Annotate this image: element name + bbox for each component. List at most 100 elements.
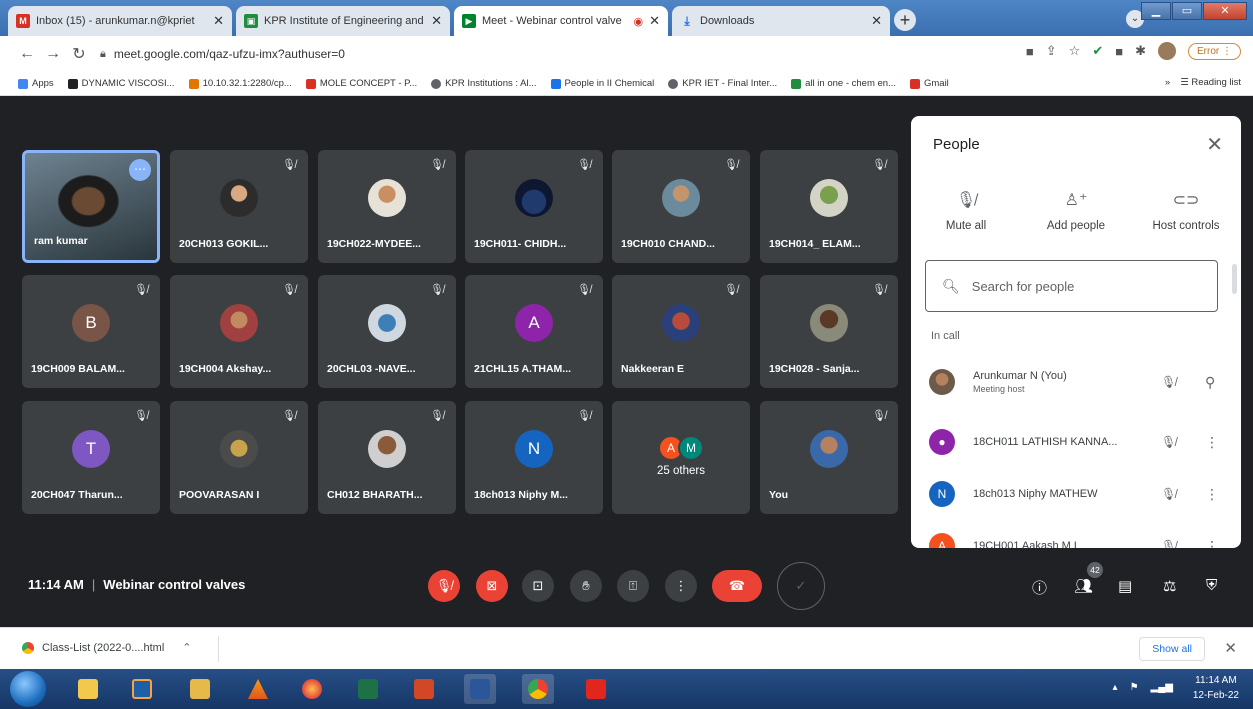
participant-tile[interactable]: 🎙︎̸ 20CHL03 -NAVE...: [318, 275, 456, 388]
participant-row[interactable]: N 18ch013 Niphy MATHEW 🎙︎̸ ⋮: [929, 474, 1229, 514]
taskbar-excel[interactable]: [352, 674, 384, 704]
participant-tile[interactable]: 🎙︎̸ N 18ch013 Niphy M...: [465, 401, 603, 514]
extensions-puzzle-icon[interactable]: ✱: [1135, 43, 1146, 59]
activity-ring-button[interactable]: ✓: [777, 562, 825, 610]
network-flag-icon[interactable]: ⚑: [1130, 682, 1139, 693]
minimize-button[interactable]: ▁: [1141, 2, 1171, 20]
bookmark-item[interactable]: KPR Institutions : Al...: [431, 78, 537, 89]
bookmark-star-icon[interactable]: ☆: [1069, 43, 1081, 59]
taskbar-acrobat[interactable]: [580, 674, 612, 704]
mic-off-icon[interactable]: 🎙︎̸: [1161, 435, 1176, 449]
bookmark-item[interactable]: People in II Chemical: [550, 78, 654, 89]
new-tab-button[interactable]: +: [894, 9, 916, 31]
extension-check-icon[interactable]: ✔: [1092, 43, 1103, 59]
captions-button[interactable]: ⊡: [522, 570, 554, 602]
participant-tile[interactable]: 🎙︎̸ B 19CH009 BALAM...: [22, 275, 160, 388]
camera-indicator-icon[interactable]: ■: [1026, 44, 1034, 59]
signal-icon[interactable]: ▂▄▆: [1151, 682, 1173, 693]
panel-scrollbar[interactable]: [1232, 264, 1237, 294]
taskbar-explorer[interactable]: [72, 674, 104, 704]
bookmark-item[interactable]: MOLE CONCEPT - P...: [305, 78, 417, 89]
taskbar-word[interactable]: [464, 674, 496, 704]
share-icon[interactable]: ⇪: [1046, 43, 1057, 59]
self-video-tile[interactable]: ⋯ ram kumar: [22, 150, 160, 263]
taskbar-folder[interactable]: [184, 674, 216, 704]
participant-tile[interactable]: 🎙︎̸ 19CH028 - Sanja...: [760, 275, 898, 388]
tab-downloads[interactable]: ⤓ Downloads ✕: [672, 6, 890, 36]
more-vert-icon[interactable]: ⋮: [1205, 486, 1219, 503]
address-bar[interactable]: 🔒︎ meet.google.com/qaz-ufzu-imx?authuser…: [100, 42, 960, 66]
participant-row[interactable]: ● 18CH011 LATHISH KANNA... 🎙︎̸ ⋮: [929, 422, 1229, 462]
reading-list-button[interactable]: ☰ Reading list: [1180, 77, 1241, 88]
more-vert-icon[interactable]: ⋮: [1205, 434, 1219, 451]
more-options-button[interactable]: ⋮: [665, 570, 697, 602]
lock-icon[interactable]: 🔒︎: [100, 48, 106, 61]
camera-toggle-button[interactable]: ⊠: [476, 570, 508, 602]
participant-tile[interactable]: 🎙︎̸ 19CH004 Akshay...: [170, 275, 308, 388]
profile-avatar[interactable]: [1157, 42, 1176, 60]
bookmark-item[interactable]: all in one - chem en...: [791, 78, 896, 89]
mic-off-icon[interactable]: 🎙︎̸: [1161, 375, 1176, 389]
more-options-icon[interactable]: ⋯: [129, 159, 151, 181]
host-controls-button[interactable]: ⊂⊃ Host controls: [1131, 190, 1241, 232]
participant-tile[interactable]: 🎙︎̸ POOVARASAN I: [170, 401, 308, 514]
participant-tile[interactable]: 🎙︎̸ 20CH013 GOKIL...: [170, 150, 308, 263]
taskbar-vlc[interactable]: [242, 674, 274, 704]
show-all-button[interactable]: Show all: [1139, 637, 1205, 661]
close-icon[interactable]: ✕: [649, 13, 660, 29]
taskbar-powerpoint[interactable]: [408, 674, 440, 704]
taskbar-chrome[interactable]: [522, 674, 554, 704]
participant-tile[interactable]: 🎙︎̸ T 20CH047 Tharun...: [22, 401, 160, 514]
extension-icon[interactable]: ■: [1115, 44, 1123, 59]
more-vert-icon[interactable]: ⋮: [1205, 538, 1219, 549]
participant-row[interactable]: A 19CH001 Aakash M L 🎙︎̸ ⋮: [929, 526, 1229, 548]
bookmark-item[interactable]: DYNAMIC VISCOSI...: [67, 78, 175, 89]
meeting-details-icon[interactable]: ⓘ: [1032, 577, 1047, 598]
present-button[interactable]: ⍐: [617, 570, 649, 602]
close-icon[interactable]: ✕: [431, 13, 442, 29]
activities-icon[interactable]: ⚖︎: [1163, 577, 1176, 595]
tab-kpr[interactable]: ▣ KPR Institute of Engineering and ✕: [236, 6, 450, 36]
close-icon[interactable]: ✕: [213, 13, 224, 29]
participant-tile[interactable]: 🎙︎̸ CH012 BHARATH...: [318, 401, 456, 514]
participant-tile[interactable]: 🎙︎̸ A 21CHL15 A.THAM...: [465, 275, 603, 388]
tab-gmail[interactable]: M Inbox (15) - arunkumar.n@kpriet ✕: [8, 6, 232, 36]
participant-tile[interactable]: 🎙︎̸ You: [760, 401, 898, 514]
bookmarks-overflow-button[interactable]: »: [1165, 77, 1170, 88]
chevron-up-icon[interactable]: ⌃: [182, 641, 191, 654]
bookmark-apps[interactable]: Apps: [18, 78, 54, 89]
error-button[interactable]: Error ⋮: [1187, 42, 1241, 60]
download-item[interactable]: Class-List (2022-0....html ⌃: [22, 641, 191, 654]
mic-toggle-button[interactable]: 🎙︎̸: [428, 570, 460, 602]
raise-hand-button[interactable]: ✋︎: [570, 570, 602, 602]
taskbar-firefox[interactable]: [296, 674, 328, 704]
leave-call-button[interactable]: ☎︎: [712, 570, 762, 602]
participant-tile[interactable]: 🎙︎̸ 19CH022-MYDEE...: [318, 150, 456, 263]
participant-tile[interactable]: 🎙︎̸ Nakkeeran E: [612, 275, 750, 388]
window-close-button[interactable]: ✕: [1203, 2, 1247, 20]
host-controls-icon[interactable]: ⛨: [1206, 577, 1217, 594]
close-icon[interactable]: ✕: [871, 13, 882, 29]
pin-icon[interactable]: ⚲: [1205, 374, 1215, 391]
search-people-input[interactable]: 🔍︎ Search for people: [925, 260, 1218, 312]
others-tile[interactable]: A M 25 others: [612, 401, 750, 514]
forward-icon[interactable]: →: [40, 45, 66, 63]
people-icon[interactable]: 👥︎: [1074, 577, 1093, 595]
participant-tile[interactable]: 🎙︎̸ 19CH014_ ELAM...: [760, 150, 898, 263]
taskbar-media[interactable]: [126, 674, 158, 704]
close-panel-icon[interactable]: ✕: [1206, 132, 1223, 157]
mic-off-icon[interactable]: 🎙︎̸: [1161, 539, 1176, 548]
close-downloads-icon[interactable]: ✕: [1224, 639, 1237, 657]
add-people-button[interactable]: ♙⁺ Add people: [1021, 190, 1131, 232]
bookmark-item[interactable]: KPR IET - Final Inter...: [668, 78, 777, 89]
participant-tile[interactable]: 🎙︎̸ 19CH010 CHAND...: [612, 150, 750, 263]
bookmark-gmail[interactable]: Gmail: [909, 78, 949, 89]
participant-row[interactable]: Arunkumar N (You) Meeting host 🎙︎̸ ⚲: [929, 362, 1229, 402]
bookmark-item[interactable]: 10.10.32.1:2280/cp...: [188, 78, 292, 89]
system-clock[interactable]: 11:14 AM 12-Feb-22: [1193, 673, 1239, 703]
tab-meet[interactable]: ▶ Meet - Webinar control valve ◉ ✕: [454, 6, 668, 36]
tray-expand-icon[interactable]: ▴: [1113, 682, 1118, 693]
participant-tile[interactable]: 🎙︎̸ 19CH011- CHIDH...: [465, 150, 603, 263]
mute-all-button[interactable]: 🎙︎̸ Mute all: [911, 190, 1021, 232]
reload-icon[interactable]: ↻: [66, 44, 92, 64]
